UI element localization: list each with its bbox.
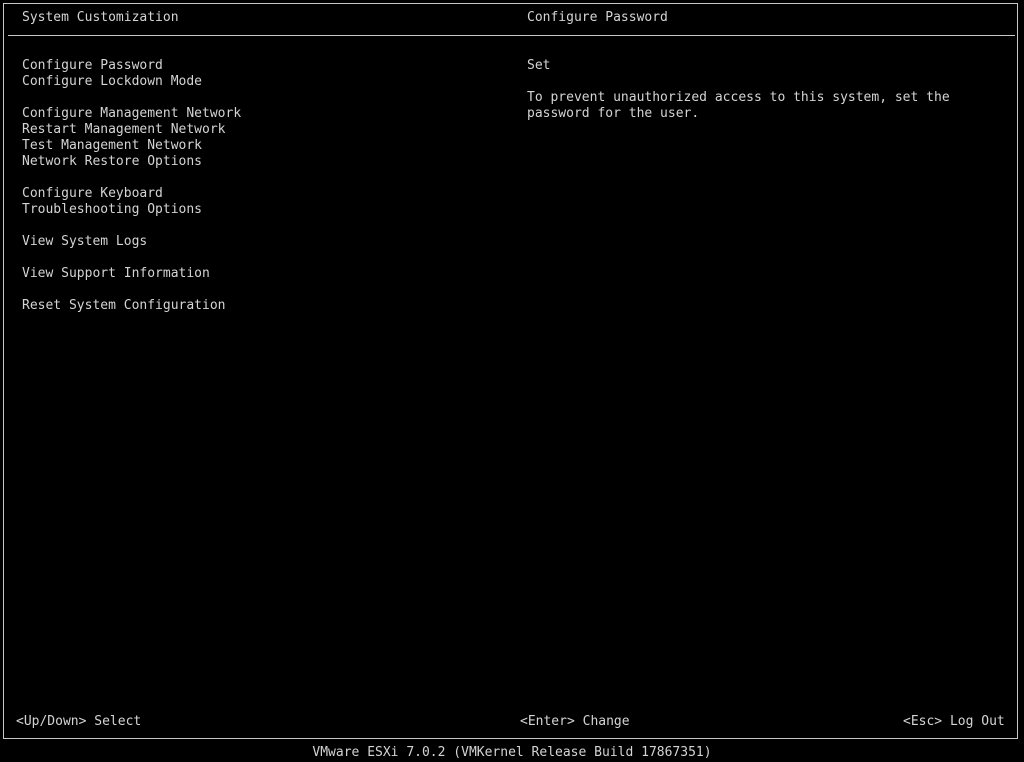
menu-item-view-support-information[interactable]: View Support Information bbox=[22, 266, 241, 282]
hint-log-out: <Esc> Log Out bbox=[903, 714, 1005, 729]
hint-select: <Up/Down> Select bbox=[16, 714, 142, 729]
menu-item-configure-password[interactable]: Configure Password bbox=[22, 58, 241, 74]
menu-spacer bbox=[22, 218, 241, 234]
menu-item-view-system-logs[interactable]: View System Logs bbox=[22, 234, 241, 250]
panel-title-right: Configure Password bbox=[527, 10, 668, 25]
menu-item-configure-management-network[interactable]: Configure Management Network bbox=[22, 106, 241, 122]
menu-item-reset-system-configuration[interactable]: Reset System Configuration bbox=[22, 298, 241, 314]
menu-item-troubleshooting-options[interactable]: Troubleshooting Options bbox=[22, 202, 241, 218]
hint-change: <Enter> Change bbox=[520, 714, 630, 729]
menu-spacer bbox=[22, 282, 241, 298]
panel-title-left: System Customization bbox=[22, 10, 179, 25]
menu-item-test-management-network[interactable]: Test Management Network bbox=[22, 138, 241, 154]
customization-menu: Configure Password Configure Lockdown Mo… bbox=[22, 58, 241, 314]
header-divider bbox=[8, 35, 1015, 36]
menu-spacer bbox=[22, 90, 241, 106]
menu-item-restart-management-network[interactable]: Restart Management Network bbox=[22, 122, 241, 138]
version-banner: VMware ESXi 7.0.2 (VMKernel Release Buil… bbox=[312, 745, 712, 760]
password-status: Set bbox=[527, 58, 551, 73]
menu-item-configure-keyboard[interactable]: Configure Keyboard bbox=[22, 186, 241, 202]
detail-description: To prevent unauthorized access to this s… bbox=[527, 90, 950, 121]
menu-spacer bbox=[22, 170, 241, 186]
menu-item-network-restore-options[interactable]: Network Restore Options bbox=[22, 154, 241, 170]
menu-spacer bbox=[22, 250, 241, 266]
menu-item-configure-lockdown-mode[interactable]: Configure Lockdown Mode bbox=[22, 74, 241, 90]
